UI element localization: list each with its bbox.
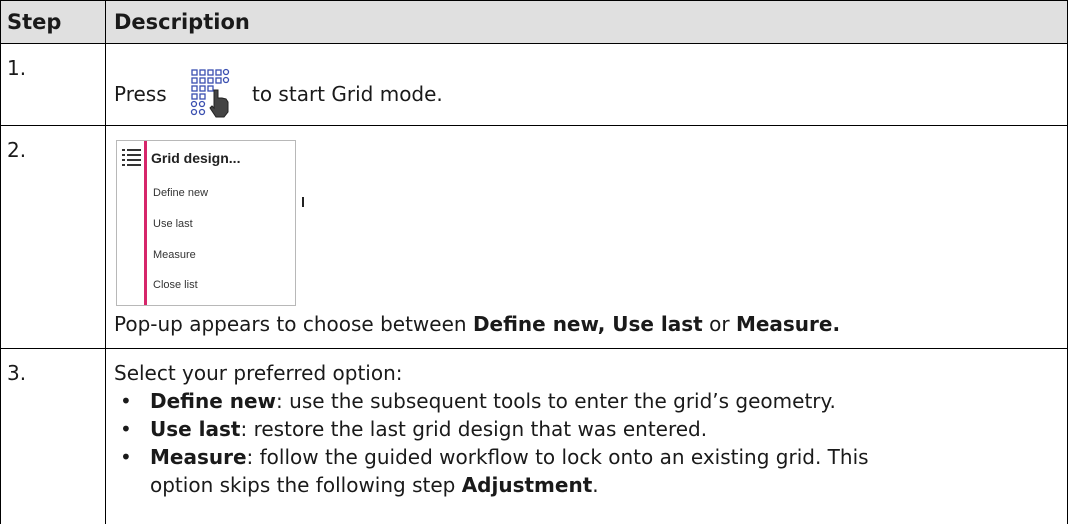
step-number: 3. [7,361,27,385]
row-divider [0,43,1068,44]
bullet-dot: • [120,445,132,469]
popup-item-close-list[interactable]: Close list [153,279,198,291]
header-description: Description [114,10,250,34]
bullet-measure-continued: option skips the following step Adjustme… [150,473,599,497]
grid-mode-text: to start Grid mode. [252,82,443,106]
grid-mode-icon [190,68,238,118]
bullet-define-new: Define new: use the subsequent tools to … [150,389,836,413]
bullet-dot: • [120,389,132,413]
intro-text: Select your preferred option: [114,361,403,385]
bullet-use-last: Use last: restore the last grid design t… [150,417,708,441]
table-border-left [0,0,1,524]
popup-item-measure[interactable]: Measure [153,249,196,261]
bullet-dot: • [120,417,132,441]
popup-item-define-new[interactable]: Define new [153,187,208,199]
cursor-mark [302,197,304,207]
press-label: Press [114,82,167,106]
row-divider [0,348,1068,349]
grid-design-popup: Grid design... Define new Use last Measu… [116,140,296,306]
header-step: Step [7,10,62,34]
column-divider [105,0,106,524]
popup-item-use-last[interactable]: Use last [153,218,193,230]
step-number: 1. [7,56,27,80]
popup-description: Pop-up appears to choose between Define … [114,312,841,336]
step-number: 2. [7,138,27,162]
bullet-measure: Measure: follow the guided workflow to l… [150,445,869,469]
row-divider [0,125,1068,126]
popup-title: Grid design... [151,150,241,166]
table-border-top [0,0,1068,1]
accent-bar [144,141,147,305]
